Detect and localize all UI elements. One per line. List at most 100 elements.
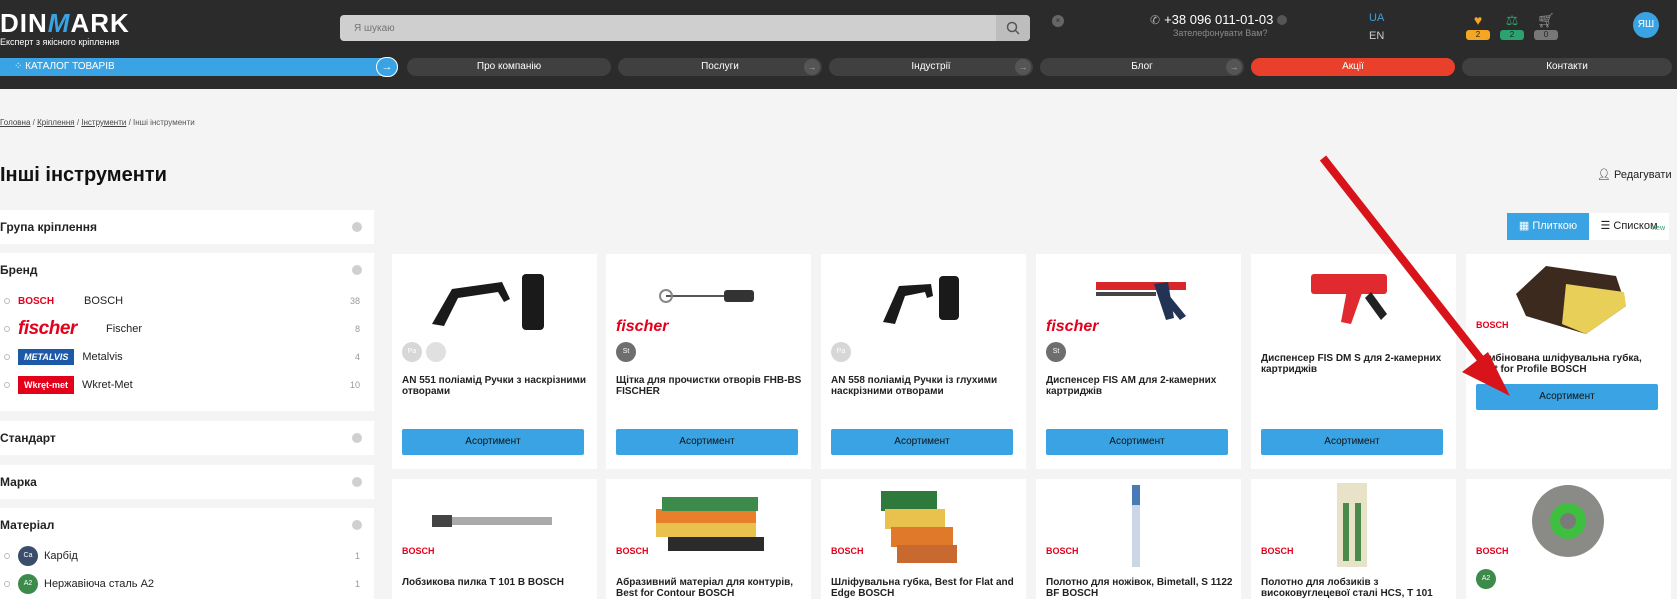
bosch-logo: BOSCH (18, 295, 55, 307)
site-logo[interactable]: DINMARK Експерт з якісного кріплення (0, 8, 130, 47)
product-name[interactable]: Лобзикова пилка T 101 B BOSCH (402, 577, 592, 588)
arrow-right-icon: → (804, 59, 820, 75)
user-avatar[interactable]: ЯШ (1633, 12, 1659, 38)
phone-number: +38 096 011-01-03 (1164, 12, 1274, 27)
product-card[interactable]: BOSCH Полотно для лобзиків з високовугле… (1251, 479, 1456, 599)
product-card[interactable]: BOSCH Абразивний матеріал для контурів, … (606, 479, 811, 599)
product-card[interactable]: Pa AN 558 поліамід Ручки із глухими наск… (821, 254, 1026, 469)
breadcrumb-tools[interactable]: Інструменти (81, 118, 126, 127)
product-card[interactable]: BOSCH Полотно для ножівок, Bimetall, S 1… (1036, 479, 1241, 599)
product-card[interactable]: BOSCH A2 (1466, 479, 1671, 599)
filter-toggle-icon[interactable] (352, 477, 362, 487)
filter-mark[interactable]: Марка (0, 465, 374, 499)
view-list-button[interactable]: ☰ Списком new (1589, 213, 1669, 240)
product-image (432, 274, 544, 330)
product-card[interactable]: BOSCH Комбінована шліфувальна губка, Bes… (1466, 254, 1671, 469)
wkret-met-logo: Wkręt-met (18, 376, 75, 394)
nav-promotions[interactable]: Акції (1251, 58, 1455, 76)
filter-toggle-icon[interactable] (352, 433, 362, 443)
filter-brand-title: Бренд (0, 263, 38, 277)
search-input[interactable] (354, 15, 994, 41)
chevron-down-icon (1277, 14, 1288, 25)
product-card[interactable]: Pa AN 551 поліамід Ручки з наскрізними о… (392, 254, 597, 469)
favorites-button[interactable]: ♥ 2 (1466, 12, 1490, 40)
product-name[interactable]: Полотно для лобзиків з високовуглецевої … (1261, 577, 1451, 599)
product-name[interactable]: Полотно для ножівок, Bimetall, S 1122 BF… (1046, 577, 1236, 599)
search-button[interactable] (996, 15, 1030, 41)
assortment-button[interactable]: Асортимент (402, 429, 584, 455)
product-name[interactable]: Шліфувальна губка, Best for Flat and Edg… (831, 577, 1021, 599)
nav-blog[interactable]: Блог → (1040, 58, 1244, 76)
brand-option-fischer[interactable]: fischer Fischer 8 (0, 315, 374, 343)
product-name[interactable]: Комбінована шліфувальна губка, Best for … (1476, 353, 1666, 375)
radio-icon (4, 553, 10, 559)
product-card[interactable]: Диспенсер FIS DM S для 2-камерних картри… (1251, 254, 1456, 469)
nav-contacts-label: Контакти (1546, 61, 1588, 72)
material-option-a2[interactable]: A2 Нержавіюча сталь А2 1 (0, 570, 374, 598)
search-clear-icon[interactable]: × (1052, 15, 1064, 27)
assortment-button[interactable]: Асортимент (616, 429, 798, 455)
site-header: DINMARK Експерт з якісного кріплення × ✆… (0, 0, 1677, 89)
assortment-button[interactable]: Асортимент (1476, 384, 1658, 410)
assortment-button[interactable]: Асортимент (1046, 429, 1228, 455)
phone-link[interactable]: ✆ +38 096 011-01-03 (1150, 12, 1288, 27)
fischer-logo: fischer (18, 318, 77, 339)
cart-button[interactable]: 🛒︎ 0 (1534, 12, 1558, 40)
nav-industries[interactable]: Індустрії → (829, 58, 1033, 76)
logo-tagline: Експерт з якісного кріплення (0, 37, 120, 47)
breadcrumb-home[interactable]: Головна (0, 118, 30, 127)
catalog-arrow-icon[interactable]: → (376, 57, 398, 77)
material-option-carbide[interactable]: Ca Карбід 1 (0, 542, 374, 570)
product-name[interactable]: Диспенсер FIS AM для 2-камерних картридж… (1046, 375, 1236, 397)
lang-ua[interactable]: UA (1369, 12, 1384, 24)
heart-icon: ♥ (1473, 12, 1483, 28)
search-icon (1006, 21, 1020, 35)
lang-en[interactable]: EN (1369, 30, 1384, 42)
nav-contacts[interactable]: Контакти (1462, 58, 1672, 76)
filter-standard-title: Стандарт (0, 431, 56, 445)
filter-group[interactable]: Група кріплення (0, 210, 374, 244)
product-brand: BOSCH (1476, 546, 1509, 556)
filter-toggle-icon[interactable] (352, 222, 362, 232)
product-name[interactable]: Диспенсер FIS DM S для 2-камерних картри… (1261, 353, 1451, 375)
brand-count: 8 (354, 324, 360, 334)
material-badge: A2 (18, 574, 38, 594)
edit-label: Редагувати (1614, 169, 1672, 181)
product-card[interactable]: BOSCH Лобзикова пилка T 101 B BOSCH (392, 479, 597, 599)
assortment-button[interactable]: Асортимент (1261, 429, 1443, 455)
brand-option-metalvis[interactable]: METALVIS Metalvis 4 (0, 343, 374, 371)
favorites-count: 2 (1466, 30, 1490, 40)
nav-services[interactable]: Послуги → (618, 58, 822, 76)
search-bar (340, 15, 1030, 41)
product-name[interactable]: Абразивний матеріал для контурів, Best f… (616, 577, 806, 599)
filter-standard[interactable]: Стандарт (0, 421, 374, 455)
list-icon: ☰ (1600, 220, 1614, 232)
product-name[interactable]: AN 551 поліамід Ручки з наскрізними отво… (402, 375, 592, 397)
brand-option-bosch[interactable]: BOSCH BOSCH 38 (0, 287, 374, 315)
catalog-button[interactable]: ⁘ КАТАЛОГ ТОВАРІВ (0, 58, 398, 76)
nav-about-label: Про компанію (476, 61, 542, 72)
product-card[interactable]: BOSCH Шліфувальна губка, Best for Flat a… (821, 479, 1026, 599)
logo-text-b: M (47, 8, 71, 38)
cart-count: 0 (1534, 30, 1558, 40)
radio-icon (4, 581, 10, 587)
edit-button[interactable]: 👤︎ Редагувати (1597, 168, 1672, 181)
product-name[interactable]: Щітка для прочистки отворів FHB-BS FISCH… (616, 375, 806, 397)
product-card[interactable]: fischer St Щітка для прочистки отворів F… (606, 254, 811, 469)
view-tiles-button[interactable]: ▦ Плиткою (1507, 213, 1589, 240)
callback-link[interactable]: Зателефонувати Вам? (1173, 28, 1267, 38)
assortment-button[interactable]: Асортимент (831, 429, 1013, 455)
product-card[interactable]: fischer St Диспенсер FIS AM для 2-камерн… (1036, 254, 1241, 469)
filter-toggle-icon[interactable] (352, 265, 362, 275)
compare-button[interactable]: ⚖ 2 (1500, 12, 1524, 40)
breadcrumb-fasteners[interactable]: Кріплення (37, 118, 75, 127)
material-badge: Ca (18, 546, 38, 566)
brand-name: Wkret-Met (82, 379, 133, 391)
filter-toggle-icon[interactable] (352, 520, 362, 530)
metalvis-logo: METALVIS (18, 349, 75, 365)
product-name[interactable]: AN 558 поліамід Ручки із глухими наскріз… (831, 375, 1021, 397)
nav-about[interactable]: Про компанію (407, 58, 611, 76)
brand-option-wkret-met[interactable]: Wkręt-met Wkret-Met 10 (0, 371, 374, 399)
page-title: Інші інструменти (0, 164, 167, 186)
nav-blog-label: Блог (1131, 61, 1153, 72)
